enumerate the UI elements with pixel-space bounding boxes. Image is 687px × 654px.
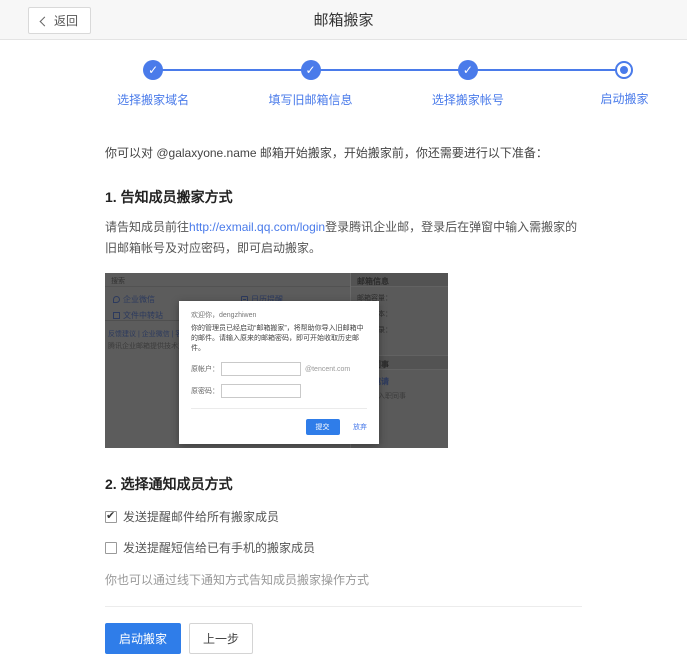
screenshot-mailbox-info-title: 邮箱信息 (351, 273, 448, 287)
dialog-password-row: 原密码： (191, 384, 367, 398)
start-migration-button[interactable]: 启动搬家 (105, 623, 181, 654)
dialog-account-input (221, 362, 301, 376)
back-button[interactable]: 返回 (28, 7, 91, 34)
chevron-left-icon (40, 16, 50, 26)
screenshot-search-label: 搜索 (111, 278, 125, 285)
step-select-domain: ✓ 选择搬家域名 (78, 60, 228, 108)
step-done-icon: ✓ (143, 60, 163, 80)
offline-notify-note: 你也可以通过线下通知方式告知成员搬家操作方式 (105, 571, 582, 588)
section2-heading: 2. 选择通知成员方式 (105, 474, 582, 494)
step-current-icon (615, 61, 633, 79)
notify-sms-option: 发送提醒短信给已有手机的搬家成员 (105, 539, 582, 556)
previous-step-button[interactable]: 上一步 (189, 623, 253, 654)
dialog-footer: 提交 放弃 (191, 408, 367, 435)
step-done-icon: ✓ (301, 60, 321, 80)
wechat-icon (113, 296, 120, 303)
action-bar: 启动搬家 上一步 (105, 623, 582, 654)
notify-sms-checkbox[interactable] (105, 542, 117, 554)
dialog-cancel-link: 放弃 (353, 424, 367, 431)
screenshot-topbar: 搜索 (105, 273, 350, 287)
section1-heading: 1. 告知成员搬家方式 (105, 187, 582, 207)
dialog-greeting: 欢迎你，dengzhiwen (191, 310, 367, 320)
dialog-password-label: 原密码： (191, 386, 221, 396)
notify-email-option: 发送提醒邮件给所有搬家成员 (105, 508, 582, 525)
dialog-account-row: 原帐户： @tencent.com (191, 362, 367, 376)
step-start-migration: 启动搬家 (549, 60, 687, 107)
dialog-submit-button: 提交 (306, 419, 340, 435)
notify-email-label[interactable]: 发送提醒邮件给所有搬家成员 (123, 508, 279, 525)
step-label: 选择搬家域名 (78, 91, 228, 108)
dialog-domain-suffix: @tencent.com (305, 366, 350, 373)
step-label: 填写旧邮箱信息 (236, 91, 386, 108)
screenshot-link-label: 企业微信 (123, 294, 155, 305)
header: 返回 邮箱搬家 (0, 0, 687, 40)
intro-text: 你可以对 @galaxyone.name 邮箱开始搬家，开始搬家前，你还需要进行… (105, 144, 582, 161)
section1-paragraph: 请告知成员前往http://exmail.qq.com/login登录腾讯企业邮… (105, 217, 582, 259)
page-title: 邮箱搬家 (313, 9, 373, 30)
step-select-account: ✓ 选择搬家帐号 (393, 60, 543, 108)
instruction-screenshot: 搜索 企业微信 文件中转站 日历提醒 反馈建议 | 企业微信 | 客户端设置 |… (105, 273, 448, 448)
notify-email-checkbox[interactable] (105, 511, 117, 523)
dialog-body-text: 你的管理员已经启动“邮箱搬家”，将帮助你导入旧邮箱中的邮件。请输入原来的邮箱密码… (191, 324, 367, 354)
main-content: 你可以对 @galaxyone.name 邮箱开始搬家，开始搬家前，你还需要进行… (0, 144, 687, 654)
step-label: 选择搬家帐号 (393, 91, 543, 108)
section1-text-before: 请告知成员前往 (105, 220, 189, 234)
back-button-label: 返回 (54, 12, 78, 29)
folder-icon (113, 312, 120, 319)
notify-sms-label[interactable]: 发送提醒短信给已有手机的搬家成员 (123, 539, 315, 556)
dialog-password-input (221, 384, 301, 398)
exmail-login-link[interactable]: http://exmail.qq.com/login (189, 220, 325, 234)
step-label: 启动搬家 (549, 90, 687, 107)
screenshot-wechat-link: 企业微信 (113, 294, 155, 305)
dialog-account-label: 原帐户： (191, 364, 221, 374)
wizard-stepper: ✓ 选择搬家域名 ✓ 填写旧邮箱信息 ✓ 选择搬家帐号 启动搬家 (0, 56, 687, 120)
screenshot-migration-dialog: 欢迎你，dengzhiwen 你的管理员已经启动“邮箱搬家”，将帮助你导入旧邮箱… (179, 301, 379, 444)
footer-divider (105, 606, 582, 607)
step-done-icon: ✓ (458, 60, 478, 80)
step-old-mailbox-info: ✓ 填写旧邮箱信息 (236, 60, 386, 108)
